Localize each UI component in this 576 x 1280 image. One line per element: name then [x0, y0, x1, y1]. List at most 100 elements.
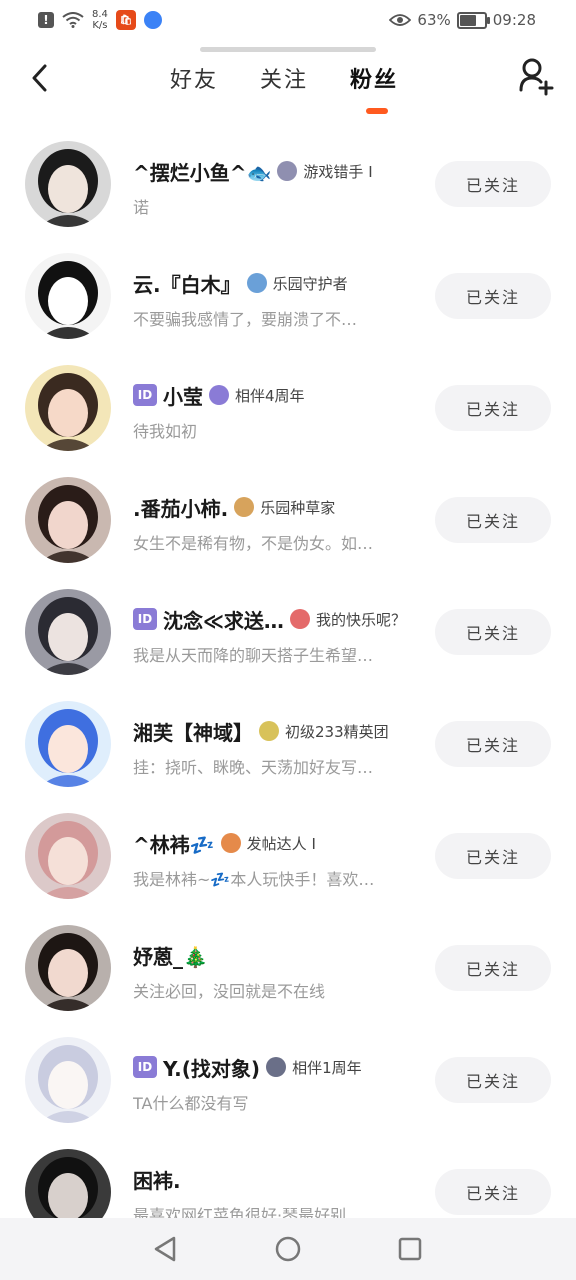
medal-tag: 我的快乐呢？ [315, 610, 406, 629]
fan-row[interactable]: 云.『白木』 乐园守护者不要骗我感情了，要崩溃了不… 已关注 [0, 240, 576, 352]
fan-name[interactable]: 妤蒽_🎄 [133, 941, 208, 969]
fan-bio: 待我如初 [133, 422, 198, 441]
avatar[interactable] [25, 589, 111, 675]
fan-bio: 诺 [133, 198, 150, 217]
fan-name[interactable]: 困袆. [133, 1165, 181, 1193]
system-nav-bar [0, 1218, 576, 1280]
recents-square-icon[interactable] [395, 1234, 425, 1264]
fan-row[interactable]: ID Y.(找对象) 相伴1周年 TA什么都没有写 已关注 [0, 1024, 576, 1136]
medal-tag: 相伴1周年 [292, 1058, 362, 1077]
medal-icon [220, 833, 241, 853]
following-button[interactable]: 已关注 [435, 273, 551, 319]
medal-tag: 相伴4周年 [235, 386, 305, 405]
fan-name[interactable]: 湘芙【神域】 [133, 717, 253, 745]
name-line: ^摆烂小鱼^🐟 游戏错手 I [133, 157, 423, 185]
fan-bio: 最喜欢网红菜鱼很好·琴最好别… [133, 1206, 363, 1218]
fan-bio: 关注必回，没回就是不在线 [133, 982, 326, 1001]
add-friend-icon[interactable] [518, 56, 554, 96]
following-button[interactable]: 已关注 [435, 609, 551, 655]
fan-name[interactable]: 沈念≪求送… [163, 605, 284, 633]
tab-fans[interactable]: 粉丝 [350, 62, 398, 94]
fan-name[interactable]: ^林袆💤 [133, 829, 215, 857]
medal-icon [246, 273, 267, 293]
following-button[interactable]: 已关注 [435, 833, 551, 879]
tab-following[interactable]: 关注 [260, 62, 308, 94]
clock: 09:28 [492, 11, 536, 29]
medal-icon [209, 385, 229, 405]
name-line: 困袆. [133, 1165, 423, 1193]
medal-tag: 乐园守护者 [272, 274, 348, 293]
tab-friends[interactable]: 好友 [170, 62, 218, 94]
fan-list[interactable]: ^摆烂小鱼^🐟 游戏错手 I 诺已关注 云.『白木』 乐园守护者 不要骗我感情了，要崩溃了… [0, 128, 576, 1218]
following-button[interactable]: 已关注 [435, 1169, 551, 1215]
name-line: 湘芙【神域】 初级233精英团 [133, 717, 423, 745]
name-line: ID 小莹 相伴4周年 [133, 381, 423, 409]
status-bar: ! 8.4 K/s 🛍 63% 09:28 [0, 0, 576, 40]
avatar[interactable] [25, 1149, 111, 1218]
fan-row[interactable]: ID 小莹 相伴4周年待我如初 已关注 [0, 352, 576, 464]
avatar[interactable] [25, 477, 111, 563]
header: 好友 关注 粉丝 [0, 52, 576, 122]
fan-name[interactable]: ^摆烂小鱼^🐟 [133, 157, 271, 185]
id-badge-icon: ID [133, 1056, 157, 1078]
medal-tag: 游戏错手 I [303, 162, 373, 181]
fan-bio: 我是林袆~💤本人玩快手！喜欢… [133, 870, 375, 889]
fan-row[interactable]: ^林袆💤 发帖达人 I 我是林袆~💤本人玩快手！喜欢… 已关注 [0, 800, 576, 912]
active-tab-indicator [366, 108, 388, 114]
alert-icon: ! [38, 12, 54, 28]
avatar[interactable] [25, 253, 111, 339]
avatar[interactable] [25, 701, 111, 787]
name-line: 云.『白木』 乐园守护者 [133, 269, 423, 297]
fan-name[interactable]: 小莹 [163, 381, 203, 409]
following-button[interactable]: 已关注 [435, 945, 551, 991]
name-line: 妤蒽_🎄 [133, 941, 423, 969]
id-badge-icon: ID [133, 384, 157, 406]
avatar[interactable] [25, 141, 111, 227]
fan-row[interactable]: 困袆. 最喜欢网红菜鱼很好·琴最好别… 已关注 [0, 1136, 576, 1218]
wifi-icon [62, 12, 84, 28]
medal-icon [234, 497, 255, 517]
medal-icon [277, 161, 298, 181]
fan-bio: 挂：挠听、眯晚、天荡加好友写… [133, 758, 374, 777]
following-button[interactable]: 已关注 [435, 161, 551, 207]
fan-bio: 不要骗我感情了，要崩溃了不… [133, 310, 358, 329]
fan-row[interactable]: ^摆烂小鱼^🐟 游戏错手 I 诺 已关注 [0, 128, 576, 240]
fan-name[interactable]: .番茄小柿. [133, 493, 228, 521]
tab-bar: 好友 关注 粉丝 [170, 62, 398, 94]
id-badge-icon: ID [133, 608, 157, 630]
back-triangle-icon[interactable] [150, 1234, 180, 1264]
following-button[interactable]: 已关注 [435, 721, 551, 767]
medal-tag: 发帖达人 I [246, 834, 316, 853]
status-left: ! 8.4 K/s 🛍 [38, 6, 162, 34]
following-button[interactable]: 已关注 [435, 1057, 551, 1103]
avatar[interactable] [25, 1037, 111, 1123]
avatar[interactable] [25, 925, 111, 1011]
medal-icon [266, 1057, 287, 1077]
net-speed: 8.4 K/s [92, 9, 108, 31]
following-button[interactable]: 已关注 [435, 385, 551, 431]
home-circle-icon[interactable] [273, 1234, 303, 1264]
following-button[interactable]: 已关注 [435, 497, 551, 543]
chevron-left-icon [32, 64, 47, 92]
battery-percent: 63% [417, 11, 451, 29]
fan-bio: 我是从天而降的聊天搭子生希望… [133, 646, 374, 665]
name-line: ID Y.(找对象) 相伴1周年 [133, 1053, 423, 1081]
fan-row[interactable]: 湘芙【神域】 初级233精英团挂：挠听、眯晚、天荡加好友写… 已关注 [0, 688, 576, 800]
eye-icon [389, 14, 412, 26]
fan-bio: 女生不是稀有物，不是伪女。如… [133, 534, 374, 553]
fan-row[interactable]: ID 沈念≪求送… 我的快乐呢？ 我是从天而降的聊天搭子生希望… 已关注 [0, 576, 576, 688]
app-notification-icon-2 [143, 11, 162, 29]
app-notification-icon: 🛍 [115, 10, 136, 30]
back-button[interactable] [22, 60, 58, 96]
fan-row[interactable]: .番茄小柿. 乐园种草家女生不是稀有物，不是伪女。如… 已关注 [0, 464, 576, 576]
fan-name[interactable]: Y.(找对象) [163, 1053, 260, 1081]
avatar[interactable] [25, 813, 111, 899]
avatar[interactable] [25, 365, 111, 451]
name-line: ID 沈念≪求送… 我的快乐呢？ [133, 605, 423, 633]
name-line: ^林袆💤 发帖达人 I [133, 829, 423, 857]
medal-icon [259, 721, 279, 741]
fan-row[interactable]: 妤蒽_🎄 关注必回，没回就是不在线 已关注 [0, 912, 576, 1024]
fan-name[interactable]: 云.『白木』 [133, 269, 241, 297]
fan-bio: TA什么都没有写 [133, 1094, 249, 1113]
medal-tag: 乐园种草家 [260, 498, 336, 517]
